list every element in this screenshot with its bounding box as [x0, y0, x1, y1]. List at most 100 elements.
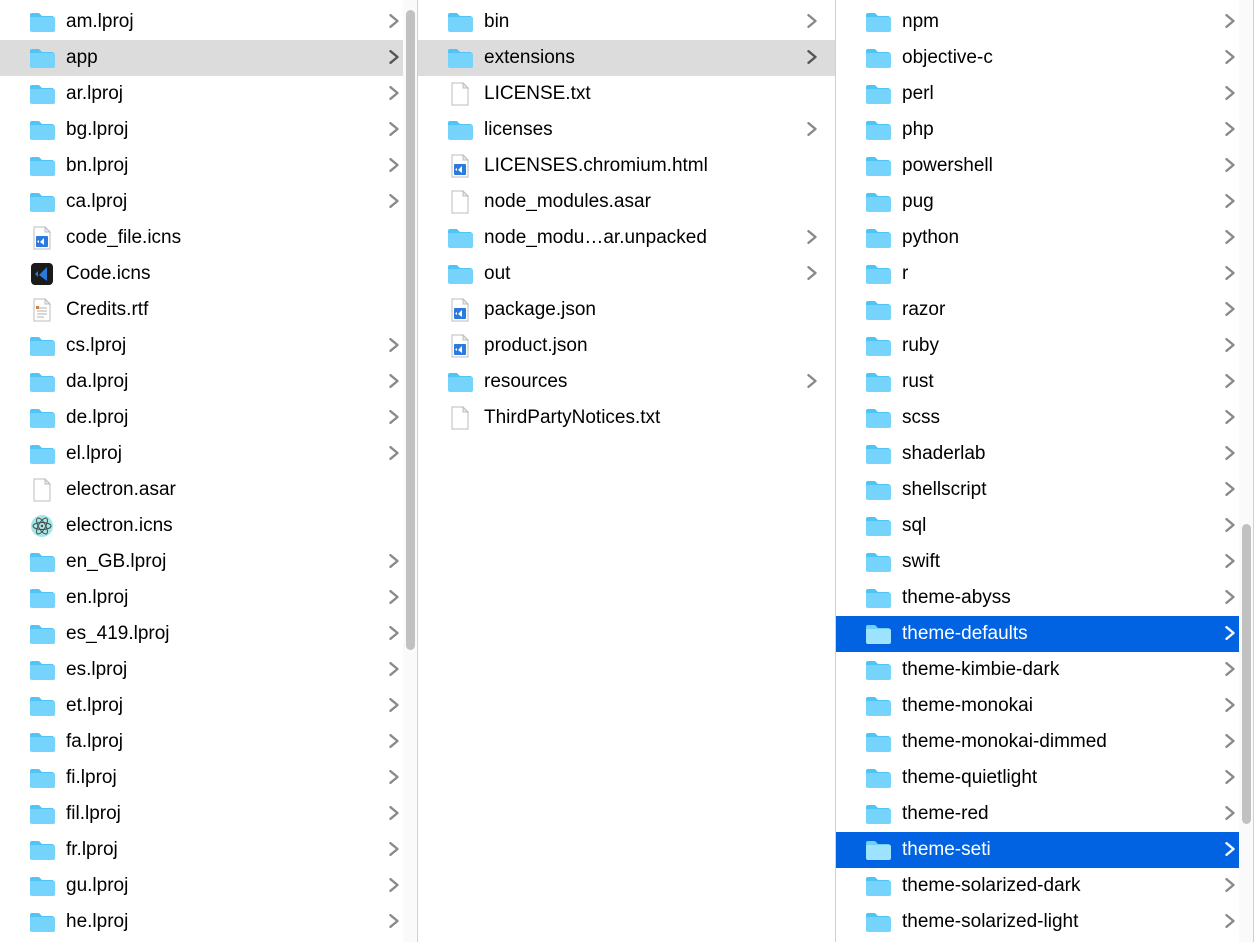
item-label: electron.asar [66, 479, 399, 501]
file-row[interactable]: LICENSE.txt [418, 76, 835, 112]
folder-row[interactable]: theme-solarized-dark [836, 868, 1253, 904]
folder-row[interactable]: out [418, 256, 835, 292]
folder-row[interactable]: php [836, 112, 1253, 148]
item-label: scss [902, 407, 1225, 429]
folder-row[interactable]: theme-kimbie-dark [836, 652, 1253, 688]
folder-row[interactable]: bin [418, 4, 835, 40]
folder-row[interactable]: shellscript [836, 472, 1253, 508]
chevron-right-icon [1225, 588, 1235, 609]
rtf-icon [28, 299, 56, 321]
chevron-right-icon [807, 372, 817, 393]
chevron-right-icon [1225, 120, 1235, 141]
folder-icon [864, 623, 892, 645]
folder-row[interactable]: es_419.lproj [0, 616, 417, 652]
folder-row[interactable]: app [0, 40, 417, 76]
folder-row[interactable]: en.lproj [0, 580, 417, 616]
folder-row[interactable]: theme-monokai [836, 688, 1253, 724]
folder-icon [28, 155, 56, 177]
chevron-right-icon [1225, 480, 1235, 501]
folder-row[interactable]: shaderlab [836, 436, 1253, 472]
folder-row[interactable]: bg.lproj [0, 112, 417, 148]
folder-row[interactable]: pug [836, 184, 1253, 220]
chevron-right-icon [1225, 876, 1235, 897]
file-row[interactable]: node_modules.asar [418, 184, 835, 220]
folder-row[interactable]: bn.lproj [0, 148, 417, 184]
chevron-right-icon [1225, 264, 1235, 285]
folder-row[interactable]: razor [836, 292, 1253, 328]
folder-row[interactable]: ar.lproj [0, 76, 417, 112]
scrollbar[interactable] [403, 0, 417, 942]
folder-row[interactable]: fa.lproj [0, 724, 417, 760]
file-row[interactable]: Code.icns [0, 256, 417, 292]
folder-row[interactable]: fi.lproj [0, 760, 417, 796]
folder-row[interactable]: swift [836, 544, 1253, 580]
scrollbar-thumb[interactable] [1242, 524, 1251, 824]
folder-row[interactable]: rust [836, 364, 1253, 400]
folder-row[interactable]: theme-red [836, 796, 1253, 832]
folder-row[interactable]: am.lproj [0, 4, 417, 40]
file-row[interactable]: product.json [418, 328, 835, 364]
scrollbar-thumb[interactable] [406, 10, 415, 650]
folder-row[interactable]: fil.lproj [0, 796, 417, 832]
file-row[interactable]: code_file.icns [0, 220, 417, 256]
file-row[interactable]: ThirdPartyNotices.txt [418, 400, 835, 436]
chevron-right-icon [389, 48, 399, 69]
folder-row[interactable]: theme-abyss [836, 580, 1253, 616]
folder-row[interactable]: gu.lproj [0, 868, 417, 904]
folder-row[interactable]: npm [836, 4, 1253, 40]
item-label: theme-solarized-dark [902, 875, 1225, 897]
folder-row[interactable]: et.lproj [0, 688, 417, 724]
scrollbar[interactable] [1239, 0, 1253, 942]
file-row[interactable]: electron.icns [0, 508, 417, 544]
folder-row[interactable]: theme-defaults [836, 616, 1253, 652]
folder-row[interactable]: theme-seti [836, 832, 1253, 868]
item-label: pug [902, 191, 1225, 213]
item-label: python [902, 227, 1225, 249]
folder-row[interactable]: resources [418, 364, 835, 400]
folder-row[interactable]: de.lproj [0, 400, 417, 436]
folder-icon [864, 299, 892, 321]
folder-icon [28, 587, 56, 609]
folder-icon [28, 803, 56, 825]
folder-row[interactable]: fr.lproj [0, 832, 417, 868]
folder-row[interactable]: theme-solarized-light [836, 904, 1253, 940]
folder-row[interactable]: el.lproj [0, 436, 417, 472]
chevron-right-icon [389, 912, 399, 933]
finder-column-0[interactable]: am.lprojappar.lprojbg.lprojbn.lprojca.lp… [0, 0, 418, 942]
vscfile-icon [28, 227, 56, 249]
folder-row[interactable]: da.lproj [0, 364, 417, 400]
folder-row[interactable]: objective-c [836, 40, 1253, 76]
folder-row[interactable]: scss [836, 400, 1253, 436]
folder-row[interactable]: perl [836, 76, 1253, 112]
finder-column-2[interactable]: npmobjective-cperlphppowershell pug python… [836, 0, 1254, 942]
folder-row[interactable]: theme-quietlight [836, 760, 1253, 796]
folder-icon [864, 335, 892, 357]
file-row[interactable]: electron.asar [0, 472, 417, 508]
folder-row[interactable]: python [836, 220, 1253, 256]
folder-icon [864, 803, 892, 825]
finder-column-1[interactable]: binextensionsLICENSE.txtlicensesLICENSES… [418, 0, 836, 942]
folder-icon [28, 659, 56, 681]
file-row[interactable]: Credits.rtf [0, 292, 417, 328]
folder-row[interactable]: powershell [836, 148, 1253, 184]
chevron-right-icon [1225, 228, 1235, 249]
item-label: theme-kimbie-dark [902, 659, 1225, 681]
folder-row[interactable]: es.lproj [0, 652, 417, 688]
folder-icon [864, 263, 892, 285]
folder-row[interactable]: cs.lproj [0, 328, 417, 364]
file-row[interactable]: LICENSES.chromium.html [418, 148, 835, 184]
folder-icon [446, 371, 474, 393]
folder-row[interactable]: sql [836, 508, 1253, 544]
folder-icon [864, 119, 892, 141]
folder-row[interactable]: node_modu…ar.unpacked [418, 220, 835, 256]
folder-row[interactable]: r [836, 256, 1253, 292]
folder-row[interactable]: en_GB.lproj [0, 544, 417, 580]
file-row[interactable]: package.json [418, 292, 835, 328]
folder-row[interactable]: ca.lproj [0, 184, 417, 220]
folder-row[interactable]: ruby [836, 328, 1253, 364]
folder-icon [446, 47, 474, 69]
folder-row[interactable]: extensions [418, 40, 835, 76]
folder-row[interactable]: he.lproj [0, 904, 417, 940]
folder-row[interactable]: theme-monokai-dimmed [836, 724, 1253, 760]
folder-row[interactable]: licenses [418, 112, 835, 148]
